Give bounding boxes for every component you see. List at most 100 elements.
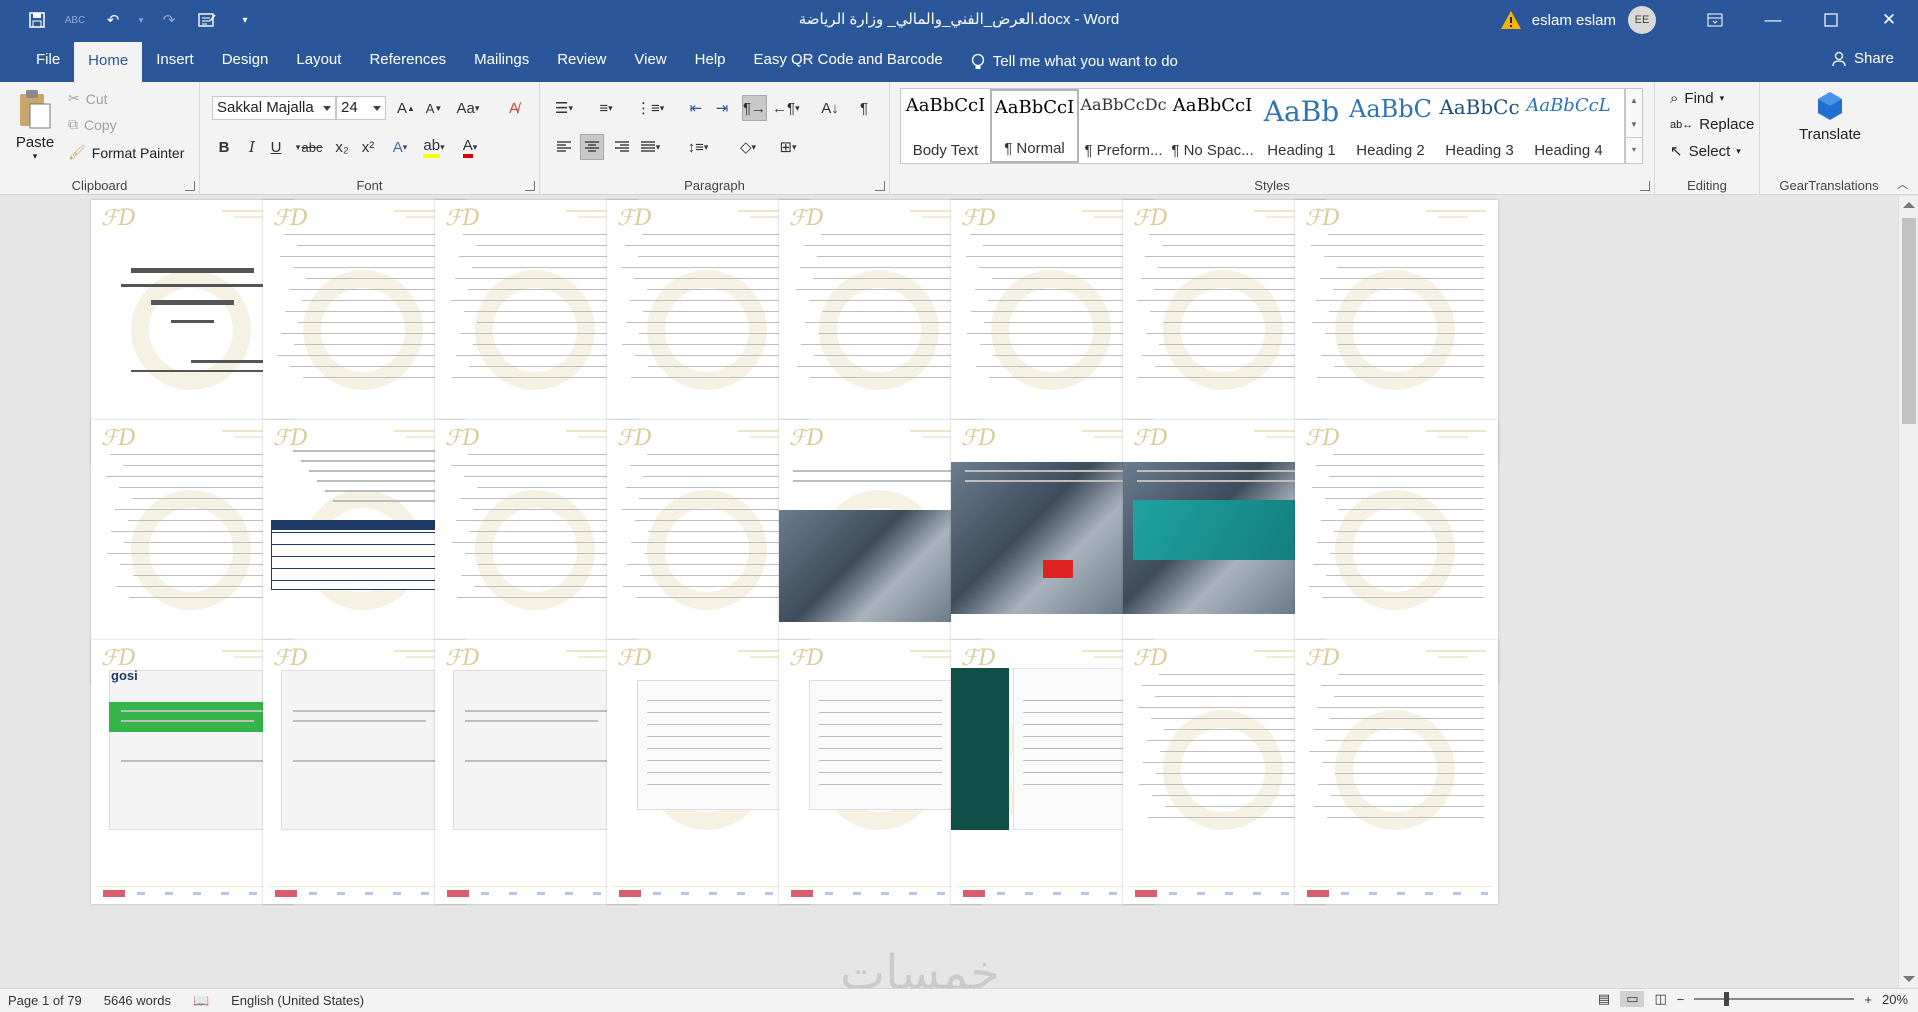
style-item[interactable]: AaBbCcI Body Text (901, 89, 990, 163)
word-count[interactable]: 5646 words (104, 993, 171, 1008)
tab-layout[interactable]: Layout (282, 42, 355, 82)
zoom-in-icon[interactable]: + (1864, 992, 1872, 1007)
copy-button[interactable]: ⧉ Copy (68, 116, 117, 133)
style-item[interactable]: AaBb Heading 1 (1257, 89, 1346, 163)
print-layout-icon[interactable]: ▭ (1620, 991, 1645, 1007)
font-launcher-icon[interactable] (525, 181, 535, 191)
style-item[interactable]: AaBbC Heading 2 (1346, 89, 1435, 163)
scroll-thumb[interactable] (1902, 218, 1916, 424)
read-mode-icon[interactable]: ▤ (1598, 991, 1610, 1007)
styles-launcher-icon[interactable] (1640, 181, 1650, 191)
language-status[interactable]: English (United States) (231, 993, 364, 1008)
collapse-ribbon-icon[interactable]: ︿ (1897, 176, 1908, 192)
superscript-button[interactable]: x² (356, 134, 380, 160)
strikethrough-button[interactable]: abc (300, 134, 324, 160)
increase-indent-icon[interactable]: ⇥ (710, 95, 734, 121)
proofing-icon[interactable]: 📖 (193, 993, 209, 1009)
subscript-button[interactable]: x₂ (330, 134, 354, 160)
tab-design[interactable]: Design (208, 42, 283, 82)
close-button[interactable]: ✕ (1860, 0, 1918, 40)
styles-scroll[interactable]: ▲ ▼ ▾ (1625, 88, 1643, 164)
show-formatting-icon[interactable]: ¶ (852, 95, 876, 121)
decrease-indent-icon[interactable]: ⇤ (684, 95, 708, 121)
maximize-button[interactable] (1802, 0, 1860, 40)
web-layout-icon[interactable]: ◫ (1654, 991, 1666, 1007)
align-center-icon[interactable] (580, 134, 604, 160)
style-sample: AaBbCc (1439, 95, 1520, 119)
multilevel-list-icon[interactable]: ⋮≡ ▾ (636, 95, 664, 121)
text-effects-icon[interactable]: A ▾ (388, 134, 412, 160)
tab-insert[interactable]: Insert (142, 42, 208, 82)
numbering-icon[interactable]: ≡ ▾ (594, 95, 618, 121)
font-size-select[interactable]: 24 (336, 96, 386, 120)
translate-button[interactable]: Translate (1790, 90, 1870, 143)
rtl-direction-icon[interactable]: ←¶ ▾ (772, 95, 800, 121)
style-item[interactable]: AaBbCcI ¶ No Spac... (1168, 89, 1257, 163)
clipboard-launcher-icon[interactable] (185, 181, 195, 191)
vertical-scrollbar[interactable] (1898, 196, 1918, 988)
customize-qat-icon[interactable]: ▾ (228, 5, 262, 35)
tab-mailings[interactable]: Mailings (460, 42, 543, 82)
spelling-icon[interactable]: ABC (58, 5, 92, 35)
undo-icon[interactable]: ↶ (96, 5, 130, 35)
minimize-button[interactable]: — (1744, 0, 1802, 40)
font-color-icon[interactable]: A ▾ (458, 134, 482, 160)
zoom-level[interactable]: 20% (1882, 992, 1908, 1007)
undo-dropdown-icon[interactable]: ▾ (134, 5, 148, 35)
justify-icon[interactable]: ▾ (638, 134, 662, 160)
change-case-button[interactable]: Aa ▾ (456, 95, 480, 121)
zoom-out-icon[interactable]: − (1677, 992, 1685, 1007)
line-spacing-icon[interactable]: ↕≡ ▾ (686, 134, 710, 160)
document-area[interactable]: ℱD ℱD ℱD ℱD ℱD ℱD ℱD ℱD ℱD ℱD ℱD ℱD ℱD ℱD ℱD ℱD ℱD gosi ℱD… (0, 196, 1898, 988)
save-icon[interactable] (20, 5, 54, 35)
redo-icon[interactable]: ↷ (152, 5, 186, 35)
page-count[interactable]: Page 1 of 79 (8, 993, 82, 1008)
scroll-up-icon[interactable] (1903, 202, 1915, 208)
paste-button[interactable]: Paste ▾ (10, 88, 60, 162)
font-family-select[interactable]: Sakkal Majalla (212, 96, 336, 120)
style-item[interactable]: AaBbCcDc ¶ Preform... (1079, 89, 1168, 163)
borders-icon[interactable]: ⊞ ▾ (776, 134, 800, 160)
tab-easy-qr-code[interactable]: Easy QR Code and Barcode (740, 42, 957, 82)
align-left-icon[interactable] (552, 134, 576, 160)
tab-view[interactable]: View (620, 42, 680, 82)
form-icon[interactable] (190, 5, 224, 35)
scroll-down-icon[interactable] (1903, 976, 1915, 982)
style-item[interactable]: AaBbCcL Heading 4 (1524, 89, 1613, 163)
share-button[interactable]: Share (1832, 50, 1894, 67)
shading-icon[interactable]: ◇ ▾ (736, 134, 760, 160)
change-case-label: Aa (456, 99, 475, 117)
style-item[interactable]: AaBbCcI ¶ Normal (990, 89, 1079, 163)
align-right-icon[interactable] (610, 134, 634, 160)
bold-button[interactable]: B (212, 134, 236, 160)
tab-help[interactable]: Help (681, 42, 740, 82)
bullets-icon[interactable]: ☰ ▾ (552, 95, 576, 121)
title-bar: ABC ↶ ▾ ↷ ▾ العرض_الفني_والمالي_ وزارة ا… (0, 0, 1918, 40)
select-button[interactable]: ↖ Select ▾ (1670, 142, 1741, 161)
ltr-direction-icon[interactable]: ¶→ (742, 95, 768, 121)
underline-button[interactable]: U (264, 134, 288, 160)
replace-button[interactable]: ab↔ Replace (1670, 116, 1754, 133)
format-painter-button[interactable]: 🖌 Format Painter (68, 144, 184, 161)
tab-review[interactable]: Review (543, 42, 620, 82)
tab-home[interactable]: Home (74, 42, 143, 82)
find-button[interactable]: ⌕ Find ▾ (1670, 90, 1724, 107)
cut-button[interactable]: ✂ Cut (68, 90, 108, 107)
sort-icon[interactable]: A↓ (818, 95, 842, 121)
avatar[interactable]: EE (1628, 6, 1656, 34)
highlight-icon[interactable]: ab ▾ (422, 134, 446, 160)
clear-formatting-icon[interactable]: A̸ (502, 95, 526, 121)
paragraph-launcher-icon[interactable] (875, 181, 885, 191)
warning-icon[interactable] (1500, 10, 1522, 30)
zoom-slider[interactable] (1694, 992, 1855, 1006)
ribbon-display-options-icon[interactable] (1686, 0, 1744, 40)
tab-references[interactable]: References (355, 42, 460, 82)
shrink-font-button[interactable]: A ▼ (422, 95, 446, 121)
italic-button[interactable]: I (240, 134, 264, 160)
page-thumbnail[interactable]: ℱD (1295, 640, 1498, 904)
grow-font-button[interactable]: A ▲ (394, 95, 418, 121)
tab-file[interactable]: File (22, 42, 74, 82)
user-name[interactable]: eslam eslam (1532, 12, 1616, 29)
tell-me-box[interactable]: Tell me what you want to do (957, 42, 1192, 82)
style-item[interactable]: AaBbCc Heading 3 (1435, 89, 1524, 163)
